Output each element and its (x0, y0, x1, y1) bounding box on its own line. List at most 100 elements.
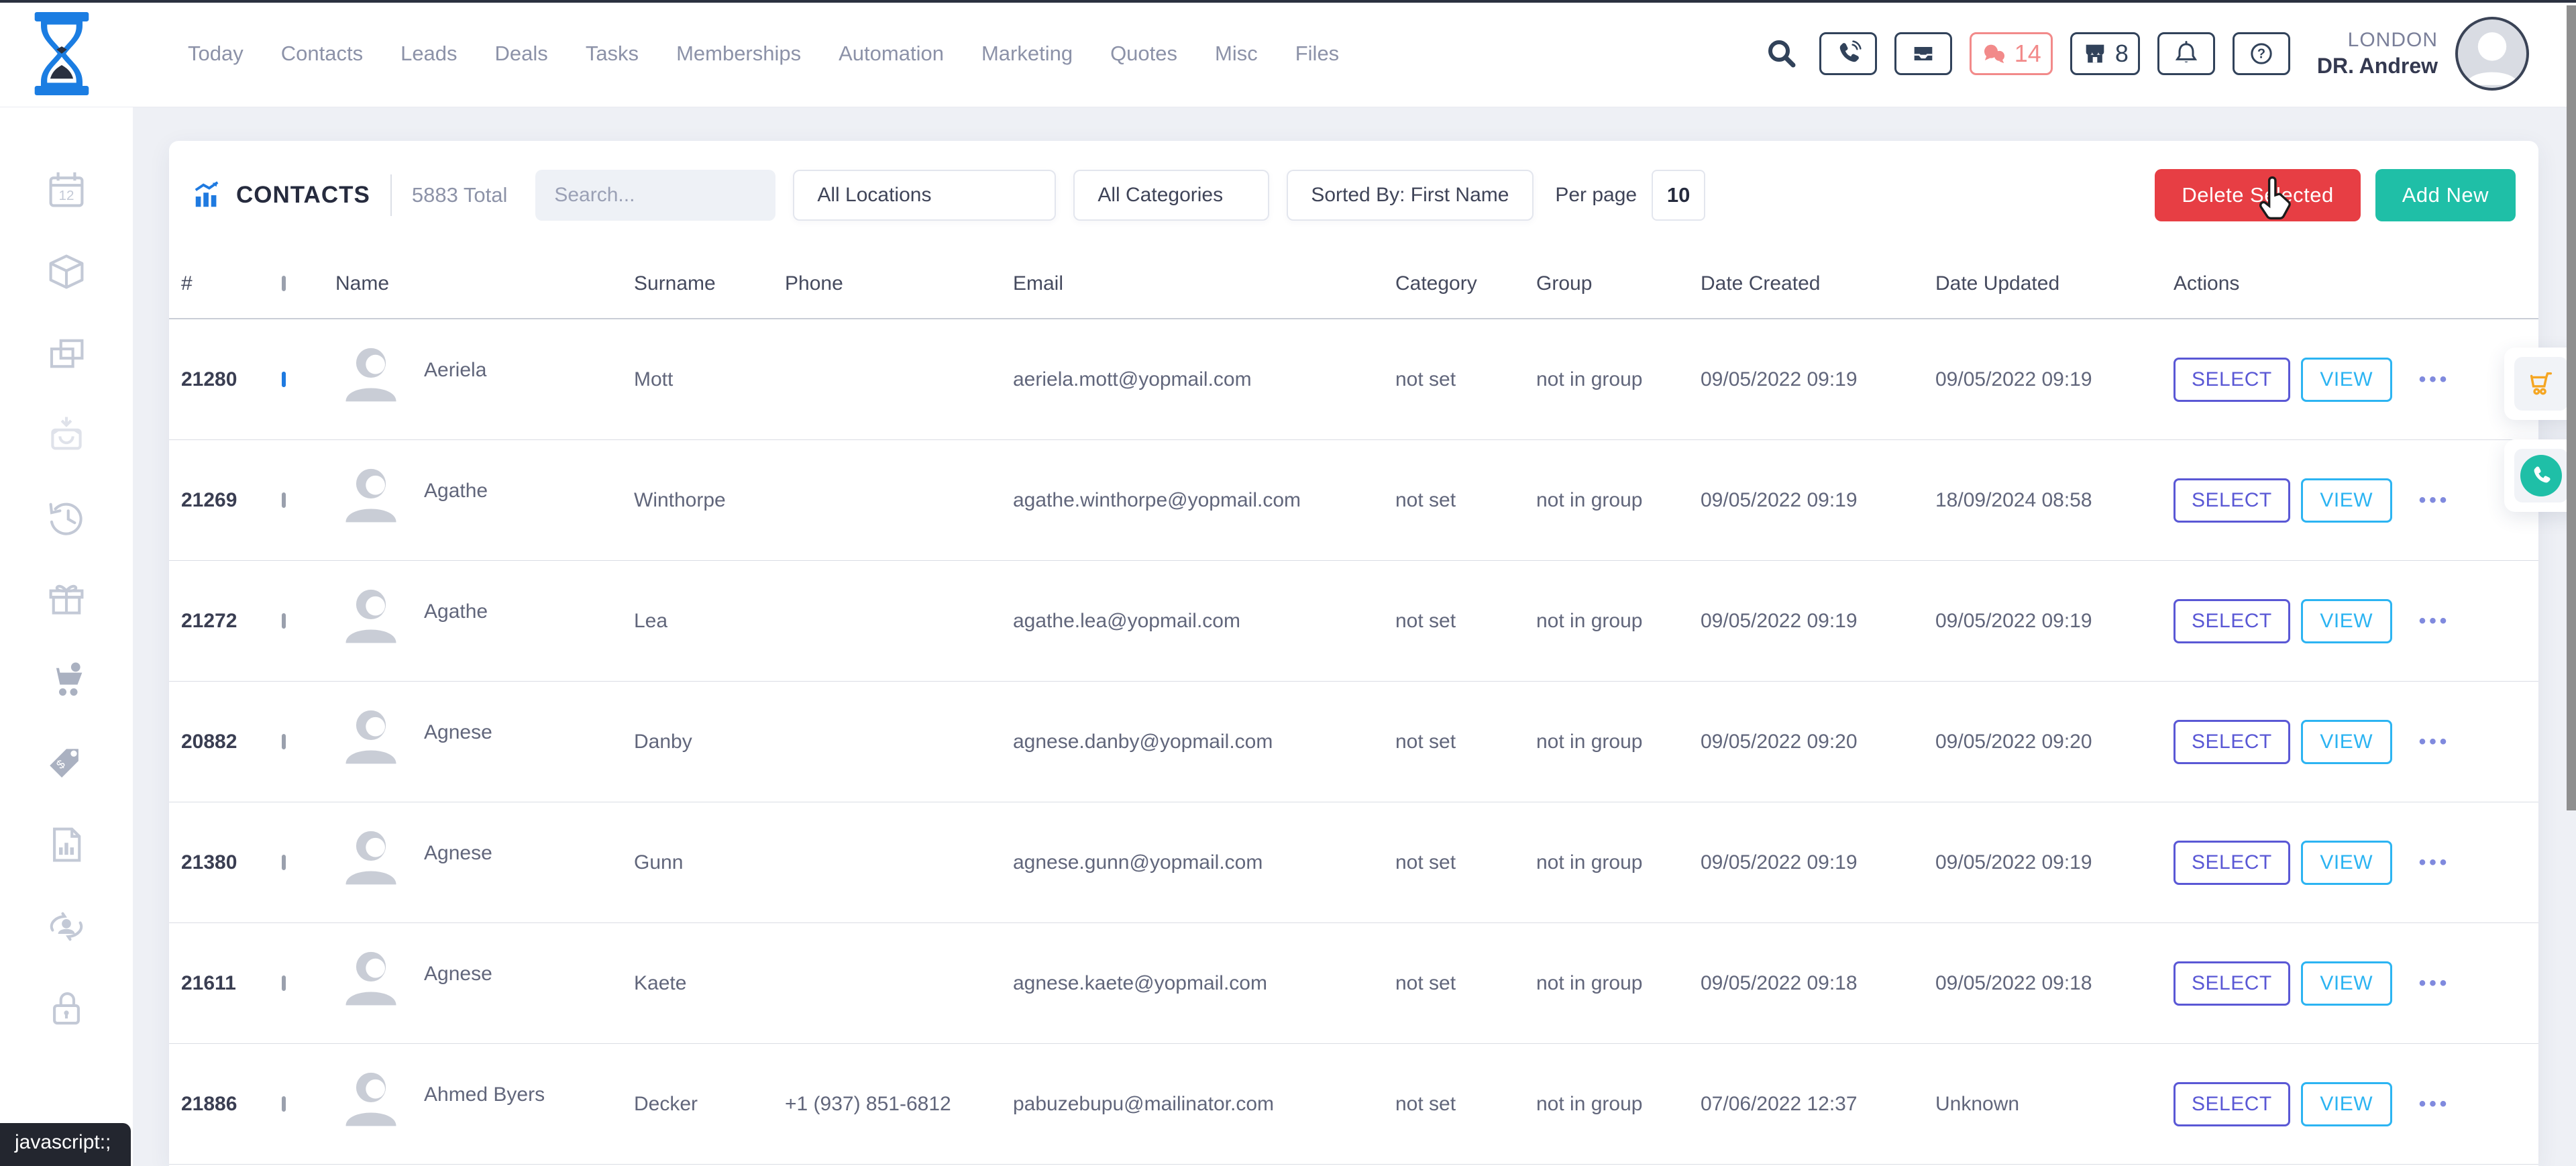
nav-contacts[interactable]: Contacts (281, 42, 363, 66)
sidebar-copy-pages-icon[interactable] (44, 331, 89, 376)
more-actions-button[interactable]: ••• (2419, 972, 2451, 995)
select-button[interactable]: SELECT (2174, 720, 2290, 764)
row-checkbox[interactable] (282, 372, 286, 387)
contact-surname: Mott (634, 368, 785, 391)
nav-misc[interactable]: Misc (1215, 42, 1258, 66)
col-email: Email (1013, 272, 1395, 295)
row-checkbox[interactable] (282, 734, 286, 749)
sidebar-lock-icon[interactable] (44, 986, 89, 1030)
contact-date-updated: 09/05/2022 09:18 (1935, 972, 2174, 995)
contact-first-name: Agathe (424, 480, 488, 502)
select-button[interactable]: SELECT (2174, 358, 2290, 402)
row-checkbox[interactable] (282, 975, 286, 991)
row-checkbox[interactable] (282, 855, 286, 870)
sidebar-gift-icon[interactable] (44, 577, 89, 621)
chat-button[interactable]: 14 (1970, 32, 2053, 75)
sidebar-orders-bag-icon[interactable] (44, 413, 89, 458)
sidebar-cart-icon[interactable] (44, 659, 89, 703)
user-avatar[interactable] (2455, 17, 2529, 91)
filter-categories[interactable]: All Categories (1073, 170, 1269, 221)
row-checkbox[interactable] (282, 1096, 286, 1112)
user-name: DR. Andrew (2317, 52, 2438, 79)
more-actions-button[interactable]: ••• (2419, 1093, 2451, 1116)
nav-files[interactable]: Files (1295, 42, 1339, 66)
filter-locations[interactable]: All Locations (793, 170, 1056, 221)
per-page-value[interactable]: 10 (1652, 170, 1705, 221)
table-row: 21380 Agnese Gunn agnese.gunn@yopmail.co… (169, 802, 2538, 923)
sidebar-history-icon[interactable] (44, 495, 89, 539)
search-icon[interactable] (1766, 38, 1798, 70)
cart-shortcut-button[interactable] (2514, 357, 2568, 411)
row-checkbox[interactable] (282, 492, 286, 508)
more-actions-button[interactable]: ••• (2419, 368, 2451, 391)
contact-first-name: Aeriela (424, 359, 486, 382)
inbox-icon (1910, 40, 1937, 67)
more-actions-button[interactable]: ••• (2419, 489, 2451, 512)
view-button[interactable]: VIEW (2301, 1082, 2392, 1126)
inbox-button[interactable] (1894, 32, 1952, 75)
vertical-scrollbar[interactable] (2567, 5, 2576, 810)
app-logo-hourglass-icon[interactable] (30, 12, 94, 95)
col-group: Group (1536, 272, 1701, 295)
contact-category: not set (1395, 972, 1536, 995)
col-actions: Actions (2174, 272, 2538, 295)
notifications-button[interactable] (2157, 32, 2215, 75)
sidebar-products-cube-icon[interactable] (44, 250, 89, 294)
avatar (335, 818, 407, 889)
row-checkbox[interactable] (282, 613, 286, 629)
nav-leads[interactable]: Leads (400, 42, 457, 66)
contact-phone: +1 (937) 851-6812 (785, 1093, 1013, 1116)
nav-quotes[interactable]: Quotes (1110, 42, 1177, 66)
help-button[interactable]: ? (2233, 32, 2290, 75)
avatar (335, 697, 407, 768)
contact-first-name: Agnese (424, 721, 492, 744)
view-button[interactable]: VIEW (2301, 478, 2392, 523)
contact-surname: Danby (634, 731, 785, 753)
nav-memberships[interactable]: Memberships (676, 42, 801, 66)
sidebar-price-tag-icon[interactable]: $ (44, 741, 89, 785)
more-actions-button[interactable]: ••• (2419, 851, 2451, 874)
sidebar-customer-sync-icon[interactable] (44, 904, 89, 949)
select-all-checkbox[interactable] (282, 276, 286, 291)
contact-date-created: 09/05/2022 09:18 (1701, 972, 1935, 995)
select-button[interactable]: SELECT (2174, 1082, 2290, 1126)
content-area: CONTACTS 5883 Total All Locations All Ca… (133, 107, 2576, 1166)
row-id: 21886 (181, 1093, 282, 1116)
more-actions-button[interactable]: ••• (2419, 731, 2451, 753)
nav-today[interactable]: Today (188, 42, 244, 66)
add-new-button[interactable]: Add New (2375, 169, 2516, 221)
search-input[interactable] (554, 184, 813, 207)
dialer-button[interactable] (1819, 32, 1877, 75)
store-icon (2082, 40, 2108, 67)
view-button[interactable]: VIEW (2301, 961, 2392, 1006)
select-button[interactable]: SELECT (2174, 841, 2290, 885)
select-button[interactable]: SELECT (2174, 599, 2290, 643)
cart-icon (2526, 368, 2557, 399)
select-button[interactable]: SELECT (2174, 961, 2290, 1006)
col-category: Category (1395, 272, 1536, 295)
select-button[interactable]: SELECT (2174, 478, 2290, 523)
view-button[interactable]: VIEW (2301, 841, 2392, 885)
more-actions-button[interactable]: ••• (2419, 610, 2451, 633)
delete-selected-button[interactable]: Delete Selected (2155, 169, 2360, 221)
contact-group: not in group (1536, 489, 1701, 512)
nav-automation[interactable]: Automation (839, 42, 944, 66)
view-button[interactable]: VIEW (2301, 599, 2392, 643)
view-button[interactable]: VIEW (2301, 358, 2392, 402)
sidebar-report-icon[interactable] (44, 823, 89, 867)
store-button[interactable]: 8 (2070, 32, 2140, 75)
contact-email: pabuzebupu@mailinator.com (1013, 1093, 1395, 1116)
contact-date-updated: 18/09/2024 08:58 (1935, 489, 2174, 512)
contact-group: not in group (1536, 610, 1701, 633)
sidebar-calendar-icon[interactable]: 12 (44, 168, 89, 212)
table-row: 21611 Agnese Kaete agnese.kaete@yopmail.… (169, 923, 2538, 1044)
filter-sort[interactable]: Sorted By: First Name (1287, 170, 1534, 221)
help-icon: ? (2248, 40, 2275, 67)
nav-deals[interactable]: Deals (495, 42, 548, 66)
contact-surname: Gunn (634, 851, 785, 874)
nav-marketing[interactable]: Marketing (981, 42, 1073, 66)
contact-first-name: Agnese (424, 963, 492, 986)
nav-tasks[interactable]: Tasks (586, 42, 639, 66)
phone-shortcut-button[interactable] (2514, 449, 2568, 502)
view-button[interactable]: VIEW (2301, 720, 2392, 764)
